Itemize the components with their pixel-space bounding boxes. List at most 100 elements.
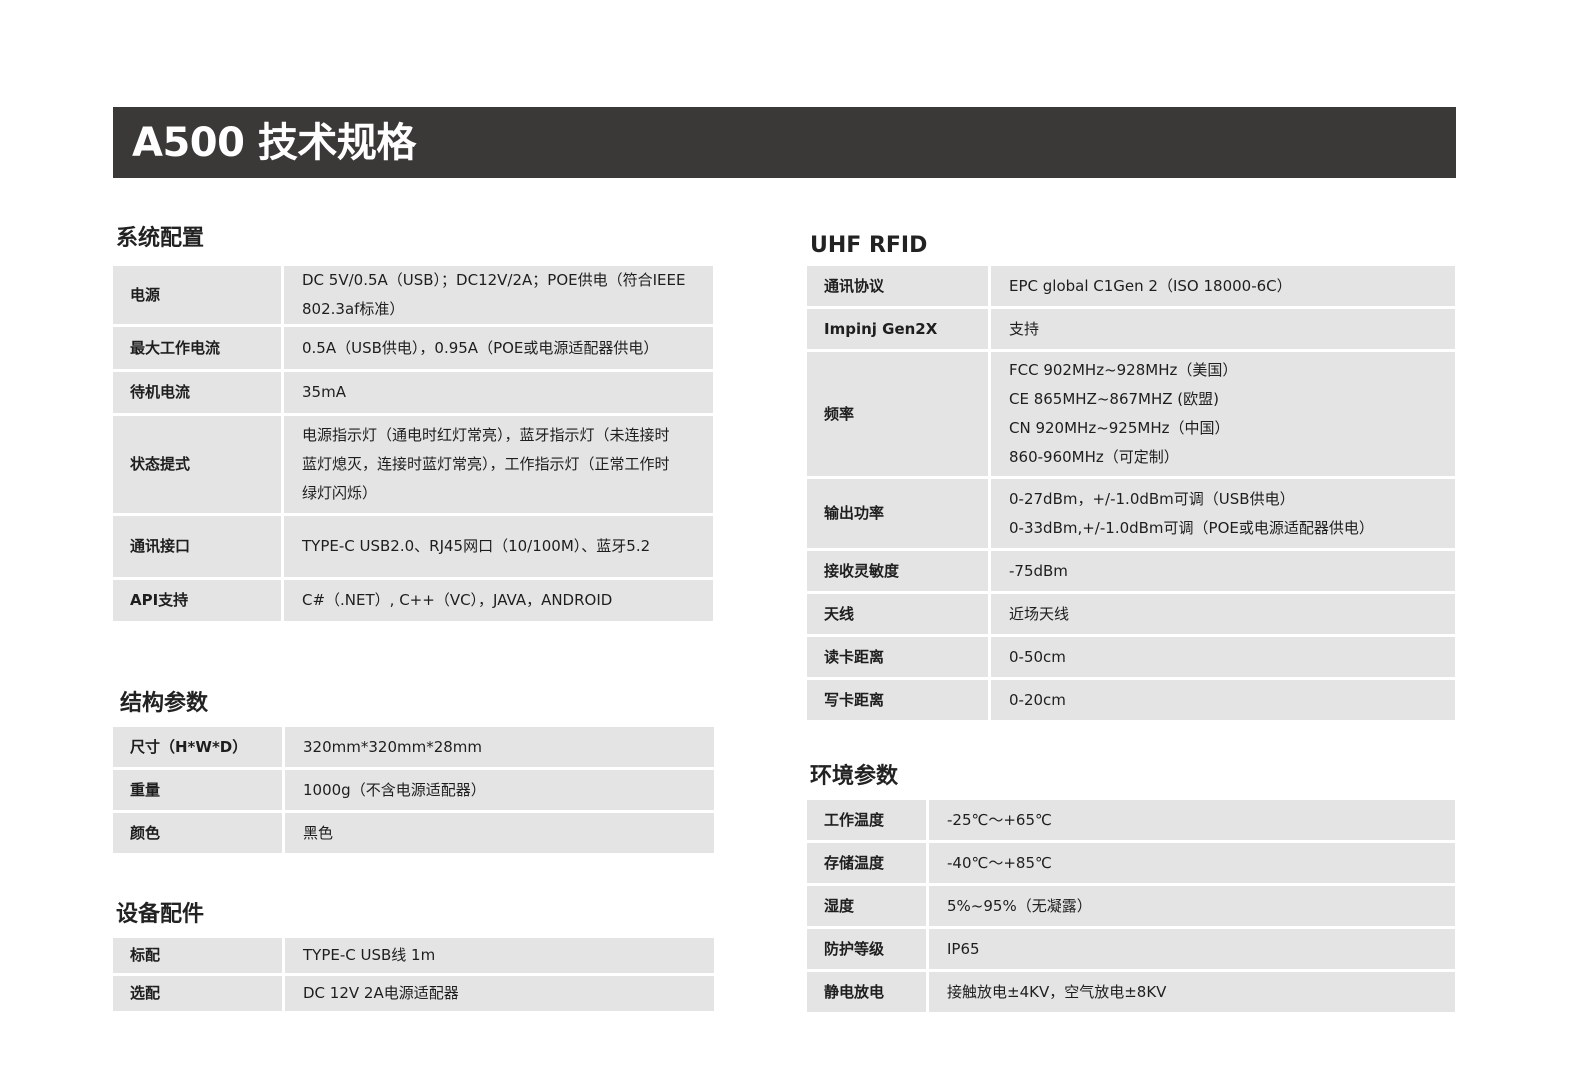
page-title: A500 技术规格 bbox=[132, 120, 416, 166]
spec-key: Impinj Gen2X bbox=[807, 309, 988, 349]
table-row: 湿度 5%~95%（无凝露） bbox=[807, 886, 1455, 926]
section-title-uhf: UHF RFID bbox=[810, 233, 928, 258]
spec-key: 待机电流 bbox=[113, 372, 281, 413]
section-title-environment: 环境参数 bbox=[810, 764, 899, 789]
table-row: 接收灵敏度 -75dBm bbox=[807, 551, 1455, 591]
table-row: 静电放电 接触放电±4KV，空气放电±8KV bbox=[807, 972, 1455, 1012]
spec-value-line: CN 920MHz~925MHz（中国） bbox=[1009, 419, 1230, 437]
spec-value-line: -40℃～+85℃ bbox=[947, 853, 1052, 872]
table-row: Impinj Gen2X 支持 bbox=[807, 309, 1455, 349]
spec-value-line: EPC global C1Gen 2（ISO 18000-6C） bbox=[1009, 276, 1292, 295]
spec-value-line: 5%~95%（无凝露） bbox=[947, 896, 1092, 915]
spec-value-line: 近场天线 bbox=[1009, 604, 1070, 623]
table-row: 存储温度 -40℃～+85℃ bbox=[807, 843, 1455, 883]
spec-table-system: 电源 DC 5V/0.5A（USB）；DC12V/2A；POE供电（符合IEEE 8… bbox=[113, 263, 713, 624]
spec-value-line: 0.5A（USB供电），0.95A（POE或电源适配器供电） bbox=[302, 338, 659, 357]
spec-value: 0.5A（USB供电），0.95A（POE或电源适配器供电） bbox=[281, 327, 713, 369]
table-row: 最大工作电流 0.5A（USB供电），0.95A（POE或电源适配器供电） bbox=[113, 327, 713, 369]
spec-value: 5%~95%（无凝露） bbox=[926, 886, 1455, 926]
spec-value: -75dBm bbox=[988, 551, 1455, 591]
table-row: 写卡距离 0-20cm bbox=[807, 680, 1455, 720]
spec-table-accessories: 标配 TYPE-C USB线 1m 选配 DC 12V 2A电源适配器 bbox=[113, 935, 714, 1014]
spec-key: 标配 bbox=[113, 938, 282, 973]
spec-value-line: DC 12V 2A电源适配器 bbox=[303, 984, 459, 1002]
table-row: 标配 TYPE-C USB线 1m bbox=[113, 938, 714, 973]
spec-key: 接收灵敏度 bbox=[807, 551, 988, 591]
table-row: 尺寸（H*W*D） 320mm*320mm*28mm bbox=[113, 727, 714, 767]
spec-value: 黑色 bbox=[282, 813, 714, 853]
spec-key: 写卡距离 bbox=[807, 680, 988, 720]
table-row: 通讯接口 TYPE-C USB2.0、RJ45网口（10/100M）、蓝牙5.2 bbox=[113, 516, 713, 577]
spec-key: API支持 bbox=[113, 580, 281, 621]
spec-value: IP65 bbox=[926, 929, 1455, 969]
title-bar: A500 技术规格 bbox=[113, 107, 1456, 178]
section-title-structure: 结构参数 bbox=[120, 691, 209, 716]
spec-value: 0-27dBm，+/-1.0dBm可调（USB供电） 0-33dBm,+/-1.0… bbox=[988, 479, 1455, 548]
spec-value: 35mA bbox=[281, 372, 713, 413]
table-row: 通讯协议 EPC global C1Gen 2（ISO 18000-6C） bbox=[807, 266, 1455, 306]
spec-value-line: 802.3af标准） bbox=[302, 300, 405, 318]
spec-value-line: 0-50cm bbox=[1009, 647, 1066, 666]
spec-value-line: -75dBm bbox=[1009, 561, 1068, 580]
spec-value-line: 0-20cm bbox=[1009, 690, 1066, 709]
spec-value-line: 860-960MHz（可定制） bbox=[1009, 448, 1179, 466]
spec-value-line: 320mm*320mm*28mm bbox=[303, 737, 483, 756]
spec-value-line: 0-33dBm,+/-1.0dBm可调（POE或电源适配器供电） bbox=[1009, 518, 1374, 537]
table-row: 待机电流 35mA bbox=[113, 372, 713, 413]
spec-value: 0-50cm bbox=[988, 637, 1455, 677]
spec-key: 选配 bbox=[113, 976, 282, 1011]
table-row: 选配 DC 12V 2A电源适配器 bbox=[113, 976, 714, 1011]
spec-key: 读卡距离 bbox=[807, 637, 988, 677]
spec-key: 电源 bbox=[113, 266, 281, 324]
table-row: 重量 1000g（不含电源适配器） bbox=[113, 770, 714, 810]
table-row: 工作温度 -25℃～+65℃ bbox=[807, 800, 1455, 840]
spec-value-line: 接触放电±4KV，空气放电±8KV bbox=[947, 982, 1167, 1001]
table-row: 颜色 黑色 bbox=[113, 813, 714, 853]
spec-value-line: 电源指示灯（通电时红灯常亮），蓝牙指示灯（未连接时 bbox=[302, 426, 670, 444]
spec-key: 存储温度 bbox=[807, 843, 926, 883]
spec-table-structure: 尺寸（H*W*D） 320mm*320mm*28mm 重量 1000g（不含电源适配器… bbox=[113, 724, 714, 856]
spec-value: -25℃～+65℃ bbox=[926, 800, 1455, 840]
spec-value: C#（.NET）, C++（VC），JAVA，ANDROID bbox=[281, 580, 713, 621]
spec-key: 尺寸（H*W*D） bbox=[113, 727, 282, 767]
table-row: 天线 近场天线 bbox=[807, 594, 1455, 634]
spec-value: 1000g（不含电源适配器） bbox=[282, 770, 714, 810]
spec-value-line: 支持 bbox=[1009, 319, 1040, 338]
spec-value-line: 蓝灯熄灭，连接时蓝灯常亮），工作指示灯（正常工作时 bbox=[302, 455, 670, 473]
spec-value: DC 12V 2A电源适配器 bbox=[282, 976, 714, 1011]
spec-value-line: 0-27dBm，+/-1.0dBm可调（USB供电） bbox=[1009, 489, 1295, 508]
spec-value-line: IP65 bbox=[947, 939, 980, 958]
spec-key: 天线 bbox=[807, 594, 988, 634]
spec-value: DC 5V/0.5A（USB）；DC12V/2A；POE供电（符合IEEE 802… bbox=[281, 266, 713, 324]
table-row: 读卡距离 0-50cm bbox=[807, 637, 1455, 677]
spec-key: 状态提式 bbox=[113, 416, 281, 513]
spec-key: 输出功率 bbox=[807, 479, 988, 548]
spec-value: TYPE-C USB2.0、RJ45网口（10/100M）、蓝牙5.2 bbox=[281, 516, 713, 577]
spec-value-line: CE 865MHZ~867MHZ (欧盟) bbox=[1009, 390, 1220, 408]
spec-value-line: DC 5V/0.5A（USB）；DC12V/2A；POE供电（符合IEEE bbox=[302, 271, 686, 289]
spec-value-line: 黑色 bbox=[303, 823, 334, 842]
spec-key: 最大工作电流 bbox=[113, 327, 281, 369]
spec-value: 电源指示灯（通电时红灯常亮），蓝牙指示灯（未连接时 蓝灯熄灭，连接时蓝灯常亮），工… bbox=[281, 416, 713, 513]
table-row: 输出功率 0-27dBm，+/-1.0dBm可调（USB供电） 0-33dBm,+/… bbox=[807, 479, 1455, 548]
spec-table-environment: 工作温度 -25℃～+65℃ 存储温度 -40℃～+85℃ 湿度 5%~95%（无凝露） 防… bbox=[807, 797, 1455, 1015]
spec-key: 通讯接口 bbox=[113, 516, 281, 577]
table-row: 状态提式 电源指示灯（通电时红灯常亮），蓝牙指示灯（未连接时 蓝灯熄灭，连接时蓝灯常… bbox=[113, 416, 713, 513]
table-row: 电源 DC 5V/0.5A（USB）；DC12V/2A；POE供电（符合IEEE 8… bbox=[113, 266, 713, 324]
spec-key: 湿度 bbox=[807, 886, 926, 926]
spec-key: 防护等级 bbox=[807, 929, 926, 969]
spec-table-uhf: 通讯协议 EPC global C1Gen 2（ISO 18000-6C） Impi… bbox=[807, 263, 1455, 723]
spec-key: 静电放电 bbox=[807, 972, 926, 1012]
spec-key: 通讯协议 bbox=[807, 266, 988, 306]
spec-value: 0-20cm bbox=[988, 680, 1455, 720]
spec-value-line: 绿灯闪烁） bbox=[302, 484, 378, 502]
spec-key: 工作温度 bbox=[807, 800, 926, 840]
spec-value: FCC 902MHz~928MHz（美国） CE 865MHZ~867MHZ (欧… bbox=[988, 352, 1455, 476]
spec-value-line: C#（.NET）, C++（VC），JAVA，ANDROID bbox=[302, 591, 613, 609]
spec-value-line: -25℃～+65℃ bbox=[947, 810, 1052, 829]
spec-value: 近场天线 bbox=[988, 594, 1455, 634]
spec-value-line: TYPE-C USB2.0、RJ45网口（10/100M）、蓝牙5.2 bbox=[302, 537, 651, 555]
spec-value: 支持 bbox=[988, 309, 1455, 349]
section-title-system: 系统配置 bbox=[116, 226, 205, 251]
spec-value: -40℃～+85℃ bbox=[926, 843, 1455, 883]
